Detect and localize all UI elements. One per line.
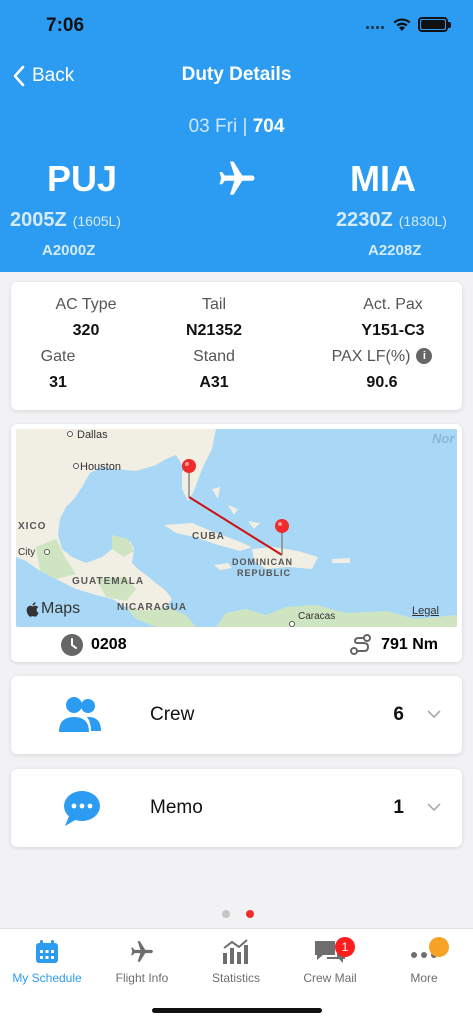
stand-label: Stand	[193, 348, 235, 365]
map-label-dallas: Dallas	[77, 429, 108, 441]
map-label-xico: XICO	[18, 521, 47, 532]
page-dot-active[interactable]	[246, 910, 254, 918]
pax-lf-value: 90.6	[366, 374, 398, 391]
chevron-down-icon[interactable]	[426, 799, 442, 815]
chevron-down-icon[interactable]	[426, 706, 442, 722]
route-map[interactable]: Dallas Houston XICO City CUBA DOMINICAN …	[16, 429, 457, 627]
map-label-houston: Houston	[80, 461, 121, 473]
pax-lf-cell: PAX LF(%) i 90.6	[307, 348, 457, 392]
tab-crew-mail[interactable]: 1 Crew Mail	[283, 935, 377, 985]
page-title: Duty Details	[181, 64, 292, 85]
route-map-card: Dallas Houston XICO City CUBA DOMINICAN …	[11, 424, 462, 662]
maps-logo: Maps	[26, 600, 80, 618]
tab-label: Statistics	[211, 971, 260, 985]
map-label-nor: Nor	[432, 431, 455, 446]
origin-airport: PUJ	[47, 158, 118, 199]
origin-actual-time: A2000Z	[42, 242, 96, 259]
map-canvas	[16, 429, 457, 627]
origin-time-local: (1605L)	[72, 213, 121, 229]
destination-airport: MIA	[350, 158, 416, 199]
map-label-dominican: DOMINICAN	[232, 557, 293, 567]
cellular-signal-icon	[366, 26, 384, 29]
tab-label: Flight Info	[115, 971, 169, 985]
calendar-icon	[36, 940, 58, 963]
mail-badge: 1	[335, 937, 355, 957]
status-time: 7:06	[46, 15, 85, 36]
stand-value: A31	[199, 374, 229, 391]
destination-times: 2230Z (1830L)	[336, 209, 447, 232]
tail-value: N21352	[185, 322, 243, 339]
flight-separator: |	[242, 116, 248, 137]
map-label-cuba: CUBA	[192, 531, 225, 542]
wifi-icon	[393, 18, 411, 31]
map-label-nicaragua: NICARAGUA	[117, 602, 188, 613]
battery-icon	[418, 17, 451, 32]
maps-brand: Maps	[41, 600, 81, 617]
act-pax-cell: Act. Pax Y151-C3	[318, 296, 468, 340]
memo-row[interactable]: Memo 1	[11, 769, 462, 847]
apple-logo-icon	[26, 601, 39, 617]
route-distance-value: 791 Nm	[381, 636, 438, 653]
airplane-icon	[131, 941, 153, 962]
crew-row[interactable]: Crew 6	[11, 676, 462, 754]
act-pax-value: Y151-C3	[361, 322, 425, 339]
stand-cell: Stand A31	[139, 348, 289, 392]
gate-value: 31	[49, 374, 67, 391]
block-time-value: 0208	[91, 636, 127, 653]
map-label-city: City	[18, 547, 36, 558]
flight-details-card: AC Type 320 Tail N21352 Act. Pax Y151-C3…	[11, 282, 462, 410]
route-distance: 791 Nm	[349, 634, 438, 656]
tab-flight-info[interactable]: Flight Info	[95, 935, 189, 985]
tail-label: Tail	[201, 296, 226, 313]
tab-label: My Schedule	[12, 971, 82, 985]
tab-more[interactable]: More	[377, 935, 471, 985]
people-icon	[59, 697, 101, 732]
route-icon	[350, 634, 372, 655]
destination-actual-time: A2208Z	[368, 242, 422, 259]
tab-my-schedule[interactable]: My Schedule	[0, 935, 94, 985]
map-legal-link[interactable]: Legal	[412, 605, 439, 617]
airplane-icon	[219, 161, 255, 195]
status-bar: 7:06	[0, 0, 473, 52]
destination-time-z: 2230Z	[336, 209, 393, 231]
tab-label: Crew Mail	[303, 971, 357, 985]
clock-icon	[61, 634, 83, 656]
tail-cell: Tail N21352	[139, 296, 289, 340]
tab-statistics[interactable]: Statistics	[189, 935, 283, 985]
destination-time-local: (1830L)	[398, 213, 447, 229]
map-label-republic: REPUBLIC	[237, 568, 292, 578]
flight-header: 7:06 Back Duty Details 03 Fri | 704 PUJ …	[0, 0, 473, 272]
flight-date-number: 03 Fri | 704	[0, 116, 473, 138]
block-time: 0208	[61, 634, 127, 656]
tab-label: More	[410, 971, 438, 985]
map-label-guatemala: GUATEMALA	[72, 576, 145, 587]
memo-count: 1	[393, 797, 404, 818]
gate-label: Gate	[40, 348, 76, 365]
act-pax-label: Act. Pax	[363, 296, 423, 313]
info-icon[interactable]: i	[416, 348, 433, 364]
crew-label: Crew	[150, 704, 195, 725]
pax-lf-label-row: PAX LF(%) i	[307, 348, 457, 366]
home-indicator[interactable]	[152, 1008, 322, 1013]
origin-time-z: 2005Z	[10, 209, 67, 231]
more-badge	[429, 937, 449, 957]
page-indicator[interactable]	[222, 910, 254, 918]
flight-number: 704	[252, 116, 285, 137]
origin-times: 2005Z (1605L)	[10, 209, 121, 232]
page-dot[interactable]	[222, 910, 230, 918]
gate-cell: Gate 31	[0, 348, 133, 392]
chat-bubble-icon	[64, 791, 100, 826]
flight-date: 03 Fri	[188, 116, 238, 137]
map-label-caracas: Caracas	[298, 611, 336, 622]
chart-icon	[223, 939, 248, 964]
route-summary: 0208 791 Nm	[11, 630, 462, 660]
pax-lf-label: PAX LF(%)	[331, 348, 411, 365]
memo-label: Memo	[150, 797, 203, 818]
crew-count: 6	[393, 704, 404, 725]
